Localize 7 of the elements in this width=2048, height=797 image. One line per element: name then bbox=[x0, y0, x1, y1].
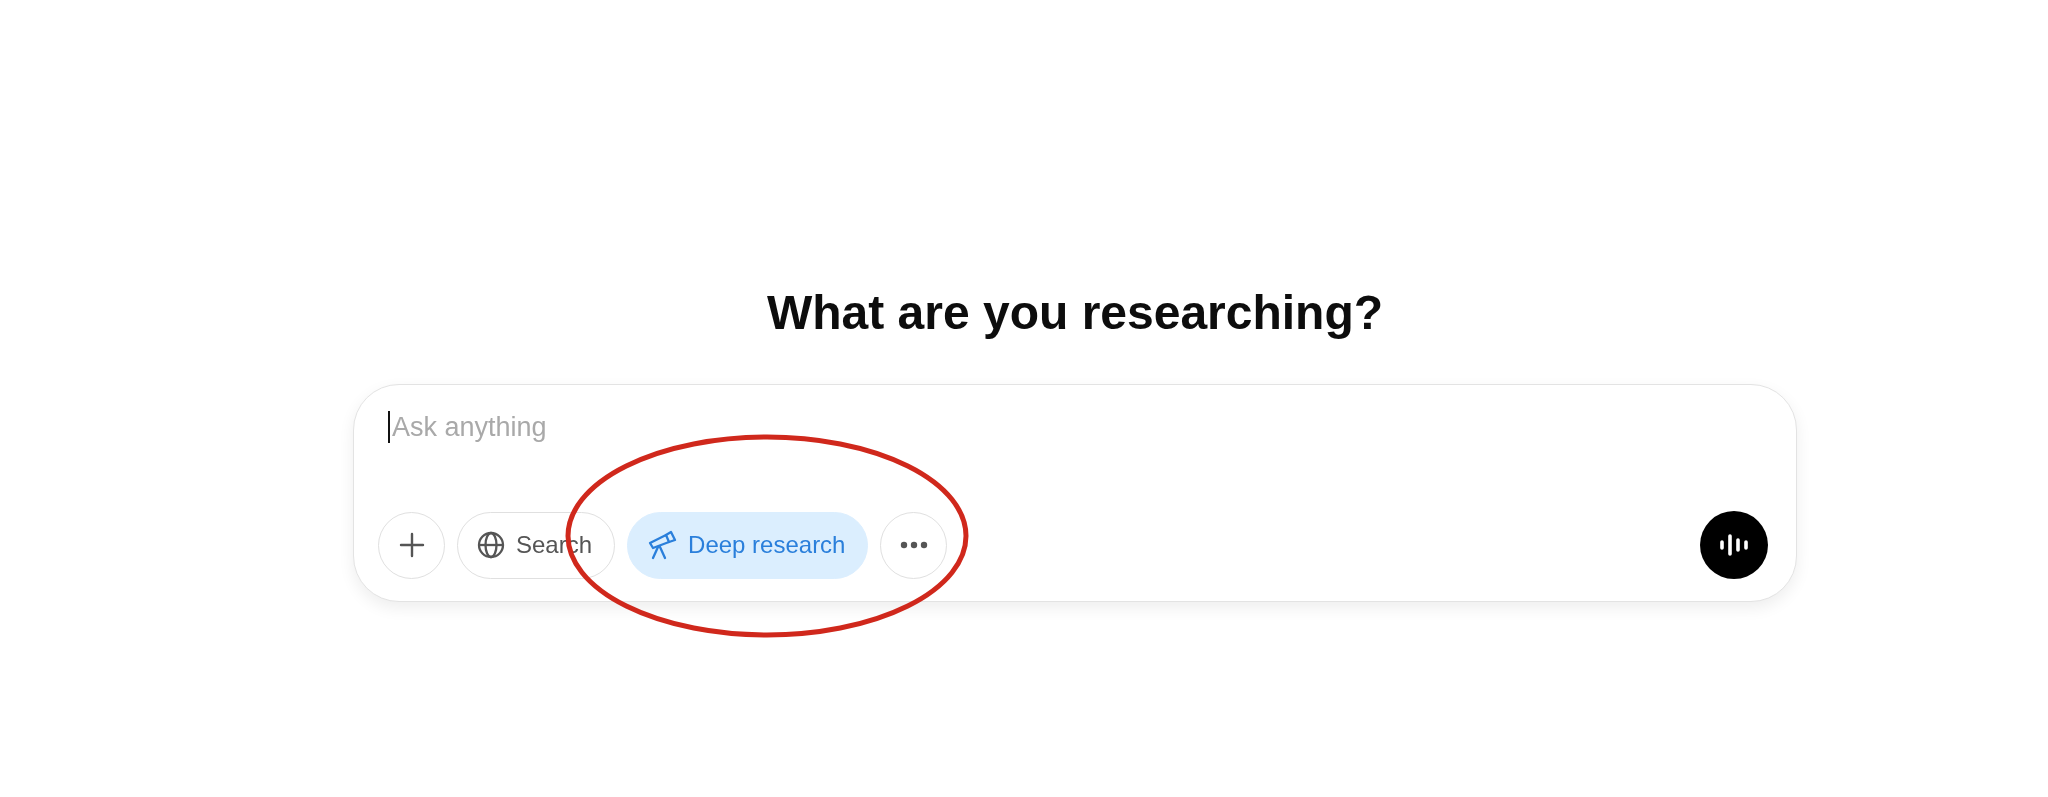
page-heading: What are you researching? bbox=[765, 285, 1385, 341]
more-icon bbox=[899, 541, 928, 549]
plus-icon bbox=[397, 531, 426, 559]
waveform-icon bbox=[1719, 533, 1749, 557]
globe-icon bbox=[476, 530, 506, 560]
prompt-input[interactable]: Ask anything bbox=[390, 411, 992, 443]
telescope-icon bbox=[646, 529, 679, 561]
